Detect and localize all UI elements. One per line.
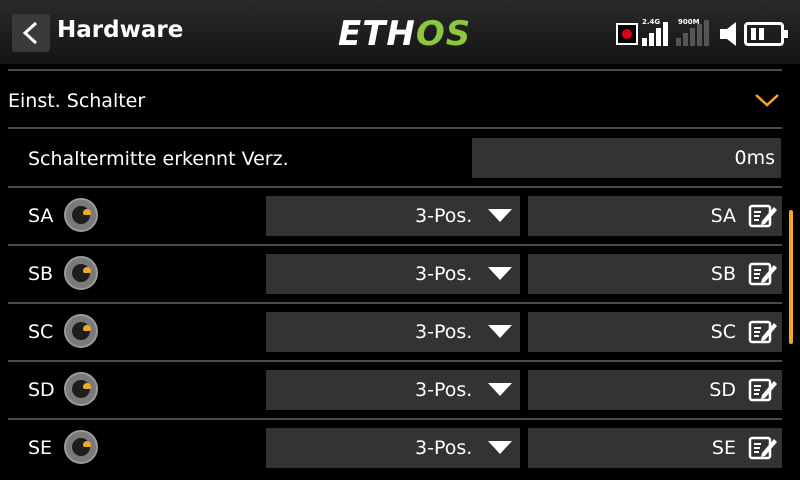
triangle-down-icon xyxy=(488,441,512,454)
switch-display-name: SE xyxy=(711,437,736,459)
switch-type-dropdown[interactable]: 3-Pos. xyxy=(266,254,520,294)
signal-2g4-icon: 2.4G xyxy=(642,18,670,46)
switch-name-field[interactable]: SD xyxy=(528,370,782,410)
switch-type-dropdown[interactable]: 3-Pos. xyxy=(266,312,520,352)
divider xyxy=(8,302,782,304)
speaker-icon[interactable] xyxy=(718,21,742,51)
switch-name: SD xyxy=(28,379,55,401)
switch-name: SC xyxy=(28,321,54,343)
switch-display-name: SC xyxy=(710,321,736,343)
triangle-down-icon xyxy=(488,383,512,396)
switch-knob-icon xyxy=(64,314,98,348)
delay-label: Schaltermitte erkennt Verz. xyxy=(28,148,289,170)
edit-icon[interactable] xyxy=(748,203,778,229)
signal-2g4-label: 2.4G xyxy=(642,18,661,26)
delay-value: 0ms xyxy=(734,147,776,169)
triangle-down-icon xyxy=(488,325,512,338)
chevron-down-icon[interactable] xyxy=(754,92,780,108)
switch-display-name: SA xyxy=(710,205,736,227)
switch-type-value: 3-Pos. xyxy=(415,321,473,343)
top-bar: Hardware ETHOS 2.4G 900M xyxy=(0,0,800,64)
divider xyxy=(8,360,782,362)
switch-knob-icon xyxy=(64,198,98,232)
edit-icon[interactable] xyxy=(748,261,778,287)
switch-name-field[interactable]: SE xyxy=(528,428,782,468)
page-title: Hardware xyxy=(57,17,184,43)
divider xyxy=(8,418,782,420)
signal-900m-icon: 900M xyxy=(676,18,716,46)
switch-display-name: SD xyxy=(709,379,736,401)
logo-part-eth: ETH xyxy=(338,14,416,54)
edit-icon[interactable] xyxy=(748,319,778,345)
switch-display-name: SB xyxy=(710,263,736,285)
switch-type-value: 3-Pos. xyxy=(415,263,473,285)
switch-type-value: 3-Pos. xyxy=(415,205,473,227)
switch-name: SE xyxy=(28,437,53,459)
switch-name: SA xyxy=(28,205,54,227)
back-button[interactable] xyxy=(12,14,50,52)
record-icon[interactable] xyxy=(616,23,638,45)
triangle-down-icon xyxy=(488,209,512,222)
logo-part-os: OS xyxy=(415,14,472,54)
ethos-logo: ETHOS xyxy=(338,14,471,54)
divider xyxy=(8,127,782,129)
switch-knob-icon xyxy=(64,256,98,290)
switch-name-field[interactable]: SA xyxy=(528,196,782,236)
switch-name: SB xyxy=(28,263,54,285)
triangle-down-icon xyxy=(488,267,512,280)
switch-knob-icon xyxy=(64,372,98,406)
section-title: Einst. Schalter xyxy=(8,90,146,112)
edit-icon[interactable] xyxy=(748,435,778,461)
edit-icon[interactable] xyxy=(748,377,778,403)
scrollbar[interactable] xyxy=(789,210,793,344)
switch-type-value: 3-Pos. xyxy=(415,437,473,459)
divider xyxy=(8,244,782,246)
switch-name-field[interactable]: SB xyxy=(528,254,782,294)
switch-name-field[interactable]: SC xyxy=(528,312,782,352)
delay-value-field[interactable]: 0ms xyxy=(472,138,781,178)
switch-type-dropdown[interactable]: 3-Pos. xyxy=(266,428,520,468)
switch-type-value: 3-Pos. xyxy=(415,379,473,401)
chevron-left-icon xyxy=(22,21,38,45)
divider xyxy=(8,186,782,188)
divider xyxy=(8,69,782,71)
battery-icon xyxy=(744,22,788,46)
switch-knob-icon xyxy=(64,430,98,464)
switch-type-dropdown[interactable]: 3-Pos. xyxy=(266,196,520,236)
switch-type-dropdown[interactable]: 3-Pos. xyxy=(266,370,520,410)
